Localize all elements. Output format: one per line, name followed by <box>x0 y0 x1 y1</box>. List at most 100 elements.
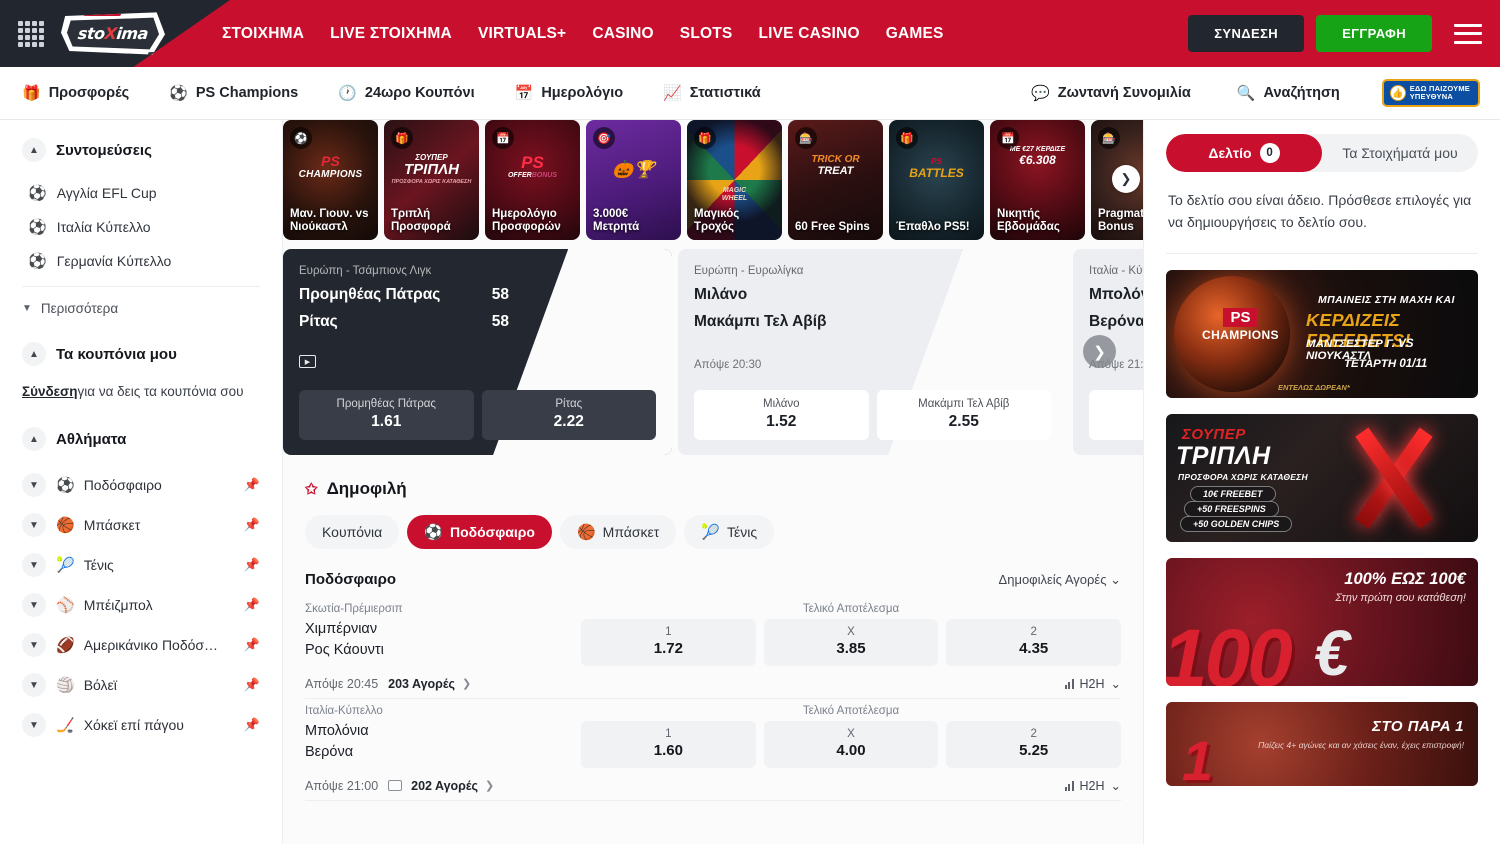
subnav-label-live-chat: Ζωντανή Συνομιλία <box>1058 85 1191 101</box>
sidebar-sport-basketball[interactable]: ▼ 🏀 Μπάσκετ 📌 <box>22 505 260 545</box>
promo-tile-ps5-prize[interactable]: 🎁 PS BATTLES Έπαθλο PS5! <box>889 120 984 240</box>
chevron-down-icon[interactable]: ▼ <box>22 553 46 577</box>
sidebar-sport-football[interactable]: ▼ ⚽ Ποδόσφαιρο 📌 <box>22 465 260 505</box>
banner-ps-champions[interactable]: PS CHAMPIONS ΜΠΑΙΝΕΙΣ ΣΤΗ ΜΑΧΗ ΚΑΙ ΚΕΡΔΙ… <box>1166 270 1478 398</box>
nav-item-live-stoixima[interactable]: LIVE ΣΤΟΙΧΗΜΑ <box>330 25 452 43</box>
nav-item-stoixima[interactable]: ΣΤΟΙΧΗΜΑ <box>222 25 304 43</box>
live-odd-home[interactable]: Μιλάνο 1.52 <box>694 390 869 440</box>
sidebar-item-efl-cup[interactable]: ⚽ Αγγλία EFL Cup <box>22 176 260 210</box>
live-card-home-name: Προμηθέας Πάτρας <box>299 286 440 304</box>
sidebar-sport-baseball[interactable]: ▼ ⚾ Μπέιζμπολ 📌 <box>22 585 260 625</box>
promo-next-arrow[interactable]: ❯ <box>1112 165 1140 193</box>
login-button[interactable]: ΣΥΝΔΕΣΗ <box>1188 15 1304 52</box>
live-odd-home[interactable]: Προμηθέας Πάτρας 1.61 <box>299 390 474 440</box>
chevron-down-icon[interactable]: ▼ <box>22 593 46 617</box>
my-coupons-header[interactable]: ▲ Τα κουπόνια μου <box>22 342 260 366</box>
match-markets-count[interactable]: 202 Αγορές <box>411 779 478 793</box>
sports-header[interactable]: ▲ Αθλήματα <box>22 427 260 451</box>
nav-item-slots[interactable]: SLOTS <box>680 25 733 43</box>
chevron-down-icon[interactable]: ▼ <box>22 513 46 537</box>
live-odd-away-name: Μακάμπι Τελ Αβίβ <box>881 398 1048 410</box>
tab-betslip[interactable]: Δελτίο 0 <box>1166 134 1322 172</box>
match-markets-count[interactable]: 203 Αγορές <box>388 677 455 691</box>
coupons-login-link[interactable]: Σύνδεση <box>22 384 78 399</box>
live-carousel-next-arrow[interactable]: ❯ <box>1083 335 1116 368</box>
banner-super-tripli[interactable]: ΣΟΥΠΕΡ ΤΡΙΠΛΗ ΠΡΟΣΦΟΡΑ ΧΩΡΙΣ ΚΑΤΑΘΕΣΗ 10… <box>1166 414 1478 542</box>
pin-icon[interactable]: 📌 <box>244 717 260 733</box>
subnav-item-ps-champions[interactable]: ⚽ PS Champions <box>169 85 298 101</box>
promo-tile-magic-wheel[interactable]: 🎁 MAGICWHEEL Μαγικός Τροχός <box>687 120 782 240</box>
nav-item-live-casino[interactable]: LIVE CASINO <box>758 25 859 43</box>
table-row[interactable]: Ιταλία-Κύπελλο Μπολόνια Βερόνα Τελικό Απ… <box>305 699 1121 801</box>
site-logo[interactable]: pame stoXima gr <box>60 8 166 60</box>
odd-button-x[interactable]: X 3.85 <box>764 619 939 666</box>
nav-item-games[interactable]: GAMES <box>886 25 944 43</box>
odd-button-x[interactable]: X 4.00 <box>764 721 939 768</box>
tv-stream-icon[interactable] <box>388 780 402 791</box>
live-odd-1[interactable]: 1 1.60 <box>1089 390 1143 440</box>
subnav-item-24h-coupon[interactable]: 🕐 24ωρο Κουπόνι <box>338 85 474 101</box>
calendar-icon: 📅 <box>997 127 1019 149</box>
subnav-item-statistics[interactable]: 📈 Στατιστικά <box>663 85 761 101</box>
pin-icon[interactable]: 📌 <box>244 557 260 573</box>
apps-grid-icon[interactable] <box>18 21 44 47</box>
pin-icon[interactable]: 📌 <box>244 477 260 493</box>
register-button[interactable]: ΕΓΓΡΑΦΗ <box>1316 15 1432 52</box>
sidebar-sport-american-football[interactable]: ▼ 🏈 Αμερικάνικο Ποδόσ… 📌 <box>22 625 260 665</box>
nav-item-virtuals[interactable]: VIRTUALS+ <box>478 25 566 43</box>
sidebar-sport-volleyball[interactable]: ▼ 🏐 Βόλεϊ 📌 <box>22 665 260 705</box>
subnav-item-offers[interactable]: 🎁 Προσφορές <box>22 85 129 101</box>
popular-markets-selector[interactable]: Δημοφιλείς Αγορές ⌄ <box>999 572 1121 588</box>
sidebar-sport-tennis[interactable]: ▼ 🎾 Τένις 📌 <box>22 545 260 585</box>
pin-icon[interactable]: 📌 <box>244 677 260 693</box>
responsible-gaming-badge[interactable]: 👍 ΕΔΩ ΠΑΙΖΟΥΜΕ ΥΠΕΥΘΥΝΑ <box>1382 79 1480 107</box>
live-odd-away[interactable]: Μακάμπι Τελ Αβίβ 2.55 <box>877 390 1052 440</box>
pin-icon[interactable]: 📌 <box>244 517 260 533</box>
live-card-promitheas[interactable]: Ευρώπη - Τσάμπιονς Λιγκ Προμηθέας Πάτρας… <box>283 249 672 455</box>
sidebar-item-germania-kypello[interactable]: ⚽ Γερμανία Κύπελλο <box>22 244 260 278</box>
odd-button-2[interactable]: 2 4.35 <box>946 619 1121 666</box>
hamburger-menu-icon[interactable] <box>1454 24 1482 44</box>
subnav-item-calendar[interactable]: 📅 Ημερολόγιο <box>515 85 623 101</box>
chevron-down-icon[interactable]: ▼ <box>22 713 46 737</box>
odd-button-2[interactable]: 2 5.25 <box>946 721 1121 768</box>
sidebar-item-italia-kypello[interactable]: ⚽ Ιταλία Κύπελλο <box>22 210 260 244</box>
odd-button-1[interactable]: 1 1.72 <box>581 619 756 666</box>
promo-tile-weekly-winner[interactable]: 📅 ΜΕ €27 ΚΕΡΔΙΣΕ €6.308 Νικητής Εβδομάδα… <box>990 120 1085 240</box>
live-odd-away[interactable]: Ρίτας 2.22 <box>482 390 657 440</box>
pin-icon[interactable]: 📌 <box>244 637 260 653</box>
tab-basketball[interactable]: 🏀 Μπάσκετ <box>560 515 676 549</box>
match-h2h-button[interactable]: H2H ⌄ <box>1065 778 1122 793</box>
promo-tile-free-spins[interactable]: 🎰 TRICK OR TREAT 60 Free Spins <box>788 120 883 240</box>
sidebar-sport-ice-hockey[interactable]: ▼ 🏒 Χόκεϊ επί πάγου 📌 <box>22 705 260 745</box>
section-sport-name: Ποδόσφαιρο <box>305 571 396 588</box>
promo-tile-cash-3000[interactable]: 🎯 🎃🏆 3.000€ Μετρητά <box>586 120 681 240</box>
banner-sto-para-1[interactable]: 1 ΣΤΟ ΠΑΡΑ 1 Παίζεις 4+ αγώνες και αν χά… <box>1166 702 1478 786</box>
chevron-down-icon[interactable]: ▼ <box>22 473 46 497</box>
sidebar-more-button[interactable]: ▼ Περισσότερα <box>22 291 260 326</box>
tab-coupons[interactable]: Κουπόνια <box>305 515 399 549</box>
tab-tennis[interactable]: 🎾 Τένις <box>684 515 774 549</box>
promo-label-free-spins: 60 Free Spins <box>795 221 878 234</box>
chevron-right-icon[interactable]: ❯ <box>485 779 494 792</box>
promo-tile-champions[interactable]: ⚽ PS CHAMPIONS Μαν. Γιουν. vs Νιούκαστλ <box>283 120 378 240</box>
promo-tile-triple-offer[interactable]: 🎁 ΣΟΥΠΕΡ ΤΡΙΠΛΗ ΠΡΟΣΦΟΡΑ ΧΩΡΙΣ ΚΑΤΑΘΕΣΗ … <box>384 120 479 240</box>
pin-icon[interactable]: 📌 <box>244 597 260 613</box>
table-row[interactable]: Σκωτία-Πρέμιερσιπ Χιμπέρνιαν Ρος Κάουντι… <box>305 597 1121 699</box>
nav-item-casino[interactable]: CASINO <box>592 25 653 43</box>
match-h2h-button[interactable]: H2H ⌄ <box>1065 676 1122 691</box>
odd-button-1[interactable]: 1 1.60 <box>581 721 756 768</box>
chevron-down-icon[interactable]: ▼ <box>22 633 46 657</box>
tab-football[interactable]: ⚽ Ποδόσφαιρο <box>407 515 552 549</box>
live-card-milano[interactable]: Ευρώπη - Ευρωλίγκα Μιλάνο Μακάμπι Τελ Αβ… <box>678 249 1067 455</box>
subnav-item-search[interactable]: 🔍 Αναζήτηση <box>1237 85 1340 101</box>
chevron-right-icon[interactable]: ❯ <box>462 677 471 690</box>
chevron-down-icon[interactable]: ▼ <box>22 673 46 697</box>
tv-stream-icon[interactable]: ▶ <box>299 355 316 368</box>
calendar-icon: 📅 <box>492 127 514 149</box>
shortcuts-header[interactable]: ▲ Συντομεύσεις <box>22 138 260 162</box>
promo-tile-calendar[interactable]: 📅 PS OFFERBONUS Ημερολόγιο Προσφορών <box>485 120 580 240</box>
tab-my-bets[interactable]: Τα Στοιχήματά μου <box>1322 134 1478 172</box>
banner-first-deposit[interactable]: 100 € 100% ΕΩΣ 100€ Στην πρώτη σου κατάθ… <box>1166 558 1478 686</box>
subnav-item-live-chat[interactable]: 💬 Ζωντανή Συνομιλία <box>1031 85 1191 101</box>
